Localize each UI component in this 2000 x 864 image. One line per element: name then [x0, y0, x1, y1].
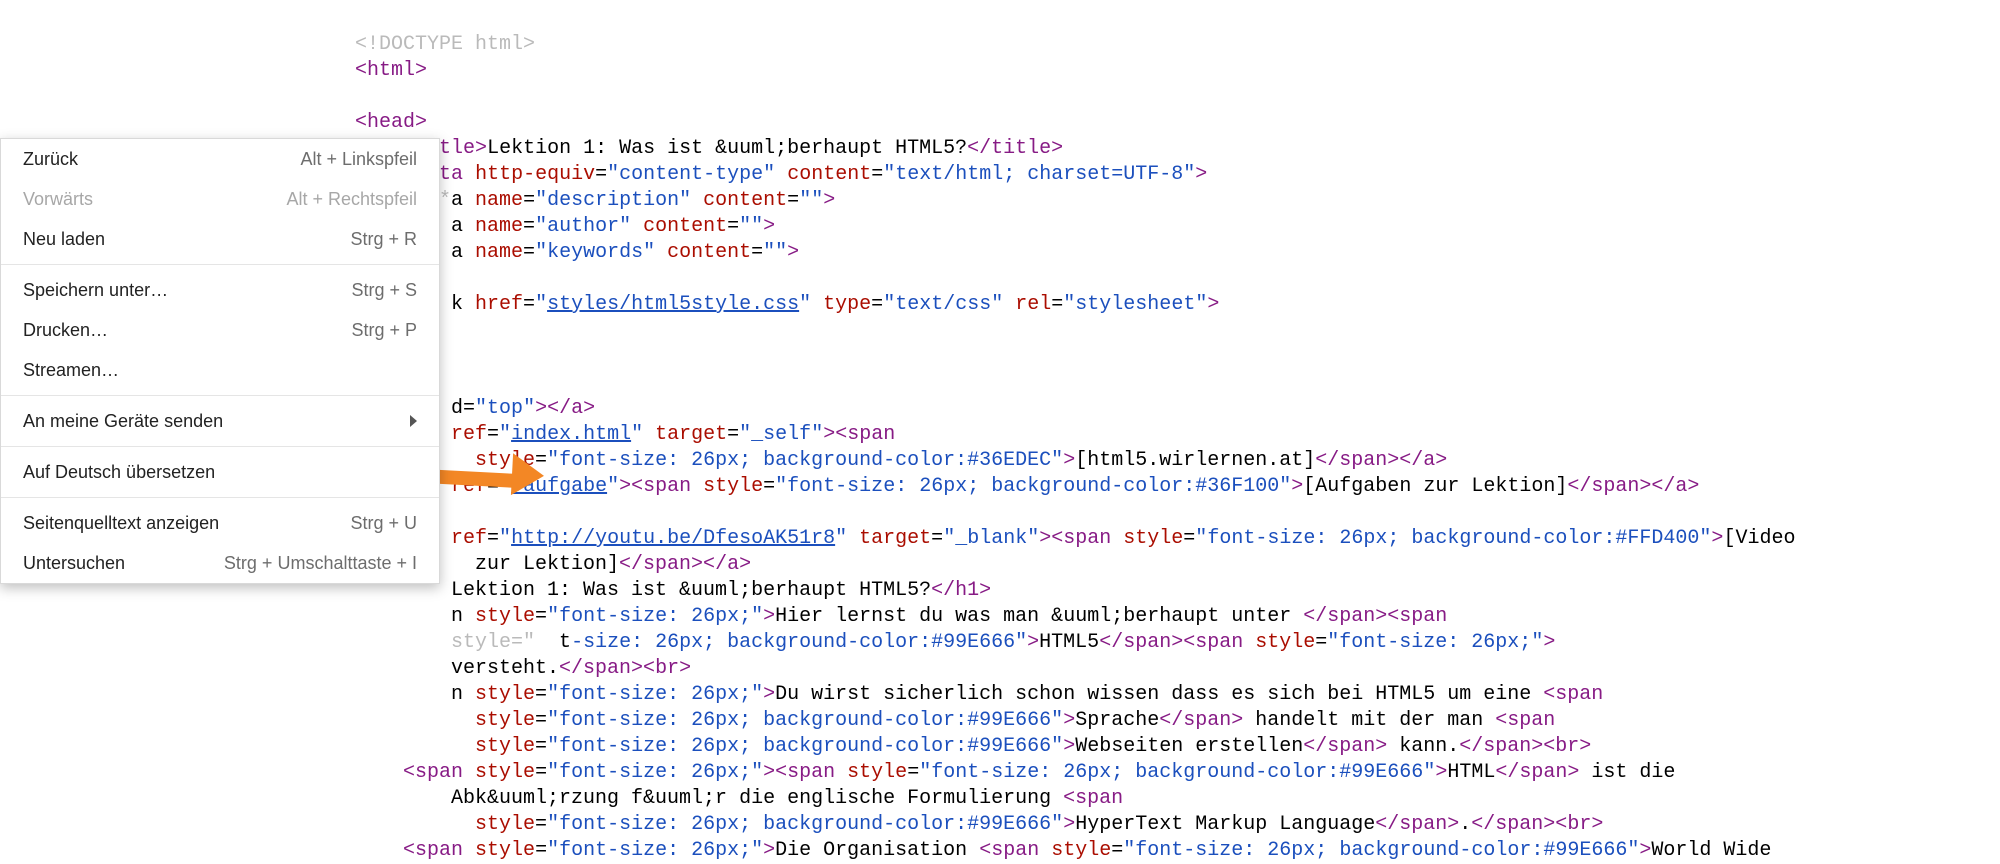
menu-reload[interactable]: Neu ladenStrg + R	[1, 219, 439, 259]
menu-back[interactable]: ZurückAlt + Linkspfeil	[1, 139, 439, 179]
menu-print[interactable]: Drucken…Strg + P	[1, 310, 439, 350]
menu-save-as[interactable]: Speichern unter…Strg + S	[1, 270, 439, 310]
doctype: <!DOCTYPE html>	[355, 33, 535, 56]
menu-send-to-devices[interactable]: An meine Geräte senden	[1, 401, 439, 441]
separator	[1, 395, 439, 396]
menu-translate[interactable]: Auf Deutsch übersetzen	[1, 452, 439, 492]
source-code-view: <!DOCTYPE html> <html> <head> <title>Lek…	[355, 6, 1795, 864]
menu-stream[interactable]: Streamen…	[1, 350, 439, 390]
context-menu: ZurückAlt + Linkspfeil VorwärtsAlt + Rec…	[0, 138, 440, 584]
menu-view-source[interactable]: Seitenquelltext anzeigenStrg + U	[1, 503, 439, 543]
separator	[1, 264, 439, 265]
menu-forward: VorwärtsAlt + Rechtspfeil	[1, 179, 439, 219]
separator	[1, 497, 439, 498]
separator	[1, 446, 439, 447]
chevron-right-icon	[410, 415, 417, 427]
menu-inspect[interactable]: UntersuchenStrg + Umschalttaste + I	[1, 543, 439, 583]
